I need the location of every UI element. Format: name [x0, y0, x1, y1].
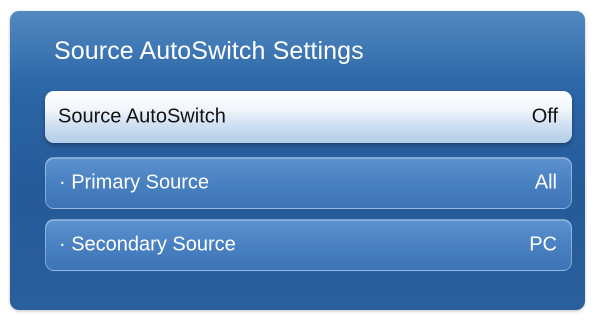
menu-item-value: PC — [529, 233, 557, 256]
menu-item-label: · Secondary Source — [59, 233, 236, 256]
settings-panel: Source AutoSwitch Settings Source AutoSw… — [10, 11, 585, 310]
menu-item-label: Source AutoSwitch — [58, 105, 226, 128]
menu-item-label: · Primary Source — [59, 171, 210, 194]
menu-item-source-autoswitch[interactable]: Source AutoSwitch Off — [45, 91, 572, 143]
panel-title: Source AutoSwitch Settings — [54, 37, 364, 65]
menu-item-value: All — [534, 171, 557, 194]
menu-item-value: Off — [531, 105, 558, 128]
menu-item-secondary-source[interactable]: · Secondary Source PC — [45, 219, 572, 271]
menu-item-primary-source[interactable]: · Primary Source All — [45, 157, 572, 209]
